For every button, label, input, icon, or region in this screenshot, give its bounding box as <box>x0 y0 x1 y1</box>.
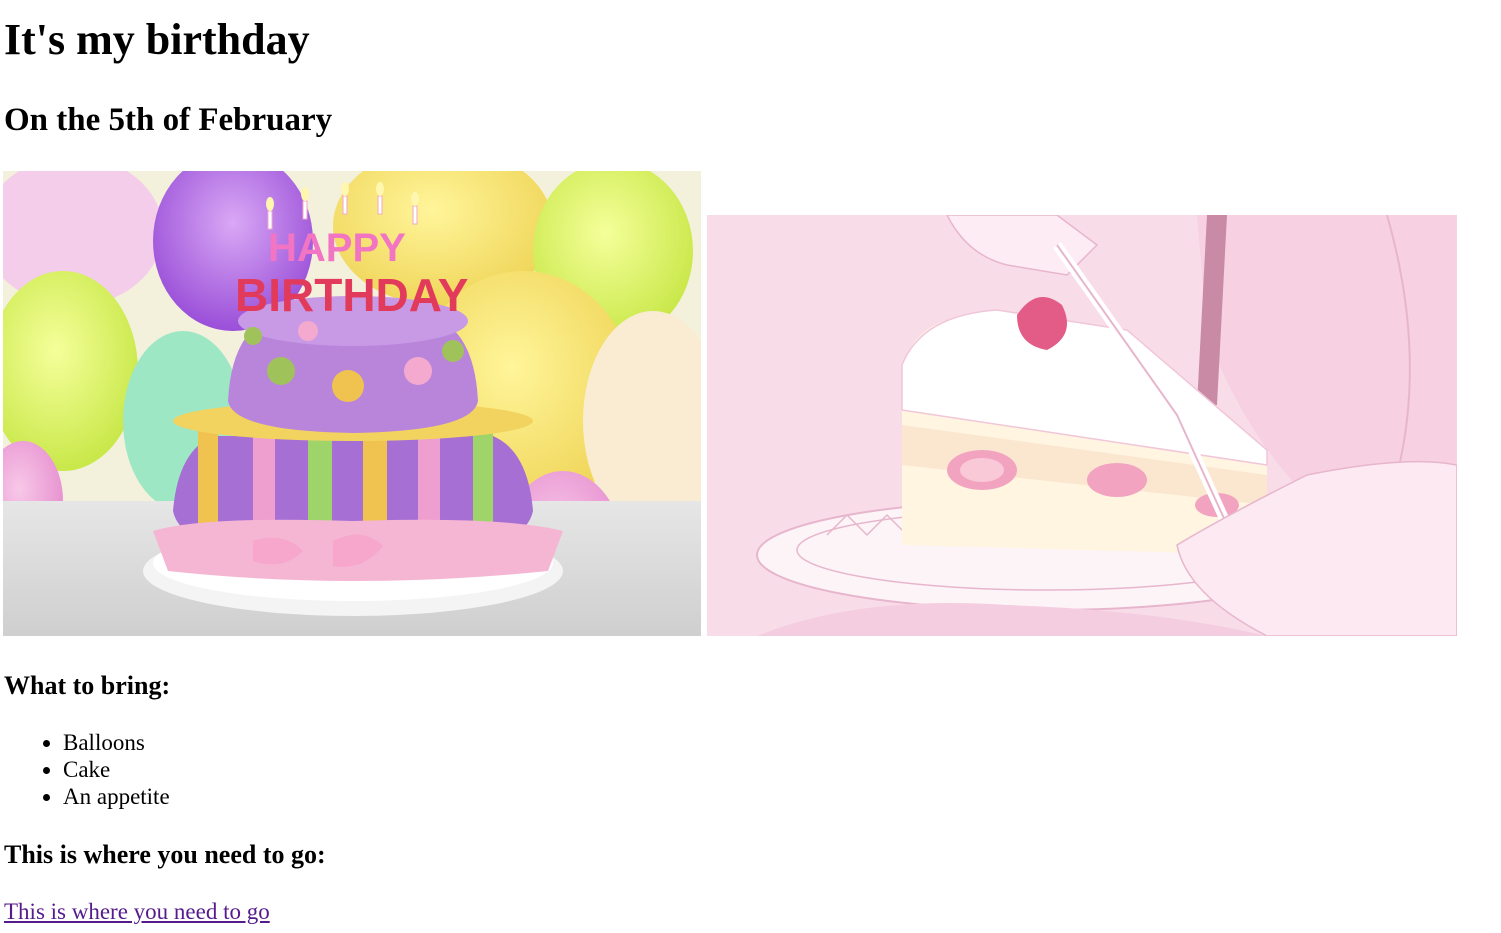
birthday-cake-photo-image: HAPPY BIRTHDAY <box>3 171 701 636</box>
list-item: Balloons <box>63 729 170 756</box>
directions-heading: This is where you need to go: <box>4 840 326 869</box>
topper-happy-text: HAPPY <box>268 226 406 270</box>
list-item: An appetite <box>63 783 170 810</box>
bring-list: Balloons Cake An appetite <box>0 729 170 810</box>
directions-link[interactable]: This is where you need to go <box>4 898 270 925</box>
page-subtitle: On the 5th of February <box>4 102 333 138</box>
topper-birthday-text: BIRTHDAY <box>235 269 468 321</box>
what-to-bring-heading: What to bring: <box>4 671 171 700</box>
anime-cake-slice-image <box>707 215 1457 636</box>
list-item: Cake <box>63 756 170 783</box>
page-title: It's my birthday <box>4 15 310 64</box>
